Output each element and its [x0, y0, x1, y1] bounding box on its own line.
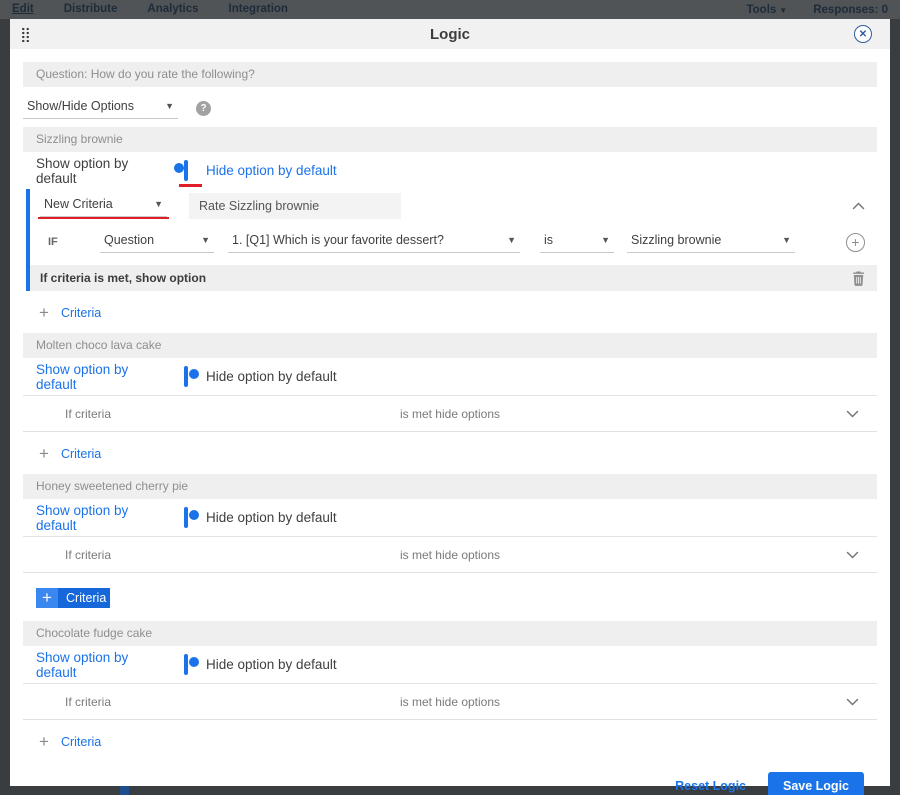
- dialog-header: Logic ✕: [10, 19, 890, 49]
- nav-tab-integration[interactable]: Integration: [229, 3, 288, 16]
- show-hide-toggle[interactable]: [184, 506, 199, 528]
- add-condition-icon[interactable]: +: [846, 232, 865, 252]
- collapse-chevron-up-icon[interactable]: [852, 202, 865, 210]
- section-header-chocolate-fudge-cake: Chocolate fudge cake: [23, 621, 877, 646]
- operator-value: is: [544, 233, 554, 247]
- dialog-footer: Reset Logic Save Logic: [23, 762, 877, 795]
- section-header-molten-choco-lava-cake: Molten choco lava cake: [23, 333, 877, 358]
- show-option-link[interactable]: Show option by default: [36, 362, 166, 392]
- expand-chevron-down-icon[interactable]: [846, 551, 859, 559]
- criteria-result-row: If criteria is met, show option: [30, 265, 877, 291]
- toggle-knob: [188, 510, 199, 520]
- criteria-condition-row: IF Question ▼ 1. [Q1] Which is your favo…: [30, 221, 877, 265]
- trash-icon[interactable]: [852, 271, 865, 286]
- show-option-label: Show option by default: [36, 155, 129, 186]
- toggle-row-molten-choco-lava-cake: Show option by default Hide option by de…: [23, 358, 877, 395]
- question-select[interactable]: 1. [Q1] Which is your favorite dessert? …: [228, 231, 520, 253]
- add-criteria-label: Criteria: [60, 306, 102, 320]
- show-hide-toggle[interactable]: [184, 365, 199, 387]
- annotation-red-underline: [179, 183, 202, 187]
- question-value: 1. [Q1] Which is your favorite dessert?: [232, 233, 444, 247]
- hide-option-label: Hide option by default: [206, 369, 337, 384]
- chevron-down-icon: ▼: [601, 235, 610, 245]
- collapsed-criteria-row[interactable]: If criteria is met hide options: [23, 683, 877, 720]
- add-criteria-button[interactable]: + Criteria: [23, 432, 877, 474]
- criteria-title-row: New Criteria ▼ Rate Sizzling brownie: [30, 189, 877, 221]
- expand-chevron-down-icon[interactable]: [846, 698, 859, 706]
- criteria-type-select[interactable]: New Criteria ▼: [38, 195, 169, 219]
- criteria-type-value: New Criteria: [44, 197, 113, 211]
- criteria-title-input[interactable]: Rate Sizzling brownie: [189, 193, 401, 219]
- operand-value: Question: [104, 233, 155, 247]
- collapsed-criteria-center: is met hide options: [399, 406, 501, 421]
- logic-type-row: Show/Hide Options ▼ ?: [23, 87, 877, 127]
- add-criteria-button-selected[interactable]: + Criteria: [23, 573, 877, 621]
- dialog-title: Logic: [430, 25, 470, 43]
- logic-dialog: Logic ✕ Question: How do you rate the fo…: [10, 19, 890, 795]
- responses-count: Responses: 0: [813, 3, 888, 16]
- show-option-link[interactable]: Show option by default: [36, 503, 166, 533]
- toggle-row-sizzling-brownie: Show option by default Hide option by de…: [23, 152, 877, 189]
- toggle-knob: [188, 657, 199, 667]
- page-behind-accent: [120, 786, 129, 795]
- annotation-red-underline: [38, 216, 169, 219]
- section-header-sizzling-brownie: Sizzling brownie: [23, 127, 877, 152]
- logic-type-value: Show/Hide Options: [27, 99, 135, 113]
- plus-icon: +: [39, 732, 49, 751]
- collapsed-criteria-center: is met hide options: [399, 694, 501, 709]
- section-header-honey-sweetened-cherry-pie: Honey sweetened cherry pie: [23, 474, 877, 499]
- save-logic-button[interactable]: Save Logic: [768, 772, 864, 795]
- reset-logic-button[interactable]: Reset Logic: [675, 779, 746, 793]
- hide-option-label: Hide option by default: [206, 657, 337, 672]
- show-hide-toggle[interactable]: [184, 653, 199, 675]
- add-criteria-button[interactable]: + Criteria: [23, 720, 877, 762]
- show-option-link[interactable]: Show option by default: [36, 650, 166, 680]
- nav-tab-edit[interactable]: Edit: [12, 3, 34, 16]
- modal-overlay: Logic ✕ Question: How do you rate the fo…: [0, 19, 900, 795]
- hide-option-link[interactable]: Hide option by default: [206, 163, 337, 178]
- chevron-down-icon: ▼: [201, 235, 210, 245]
- dialog-body: Question: How do you rate the following?…: [10, 49, 890, 795]
- toggle-row-chocolate-fudge-cake: Show option by default Hide option by de…: [23, 646, 877, 683]
- chevron-down-icon: ▼: [165, 101, 174, 111]
- answer-select[interactable]: Sizzling brownie ▼: [627, 231, 795, 253]
- collapsed-criteria-row[interactable]: If criteria is met hide options: [23, 395, 877, 432]
- nav-tab-analytics[interactable]: Analytics: [147, 3, 198, 16]
- tools-menu[interactable]: Tools ▼: [746, 4, 787, 16]
- if-label: IF: [48, 236, 58, 248]
- chevron-down-icon: ▼: [507, 235, 516, 245]
- toggle-row-honey-sweetened-cherry-pie: Show option by default Hide option by de…: [23, 499, 877, 536]
- add-criteria-label: Criteria: [60, 735, 102, 749]
- plus-icon: +: [39, 303, 49, 322]
- logic-type-select[interactable]: Show/Hide Options ▼: [23, 97, 178, 119]
- operand-select[interactable]: Question ▼: [100, 231, 214, 253]
- chevron-down-icon: ▼: [779, 5, 788, 15]
- show-hide-toggle[interactable]: [173, 159, 188, 181]
- nav-tab-distribute[interactable]: Distribute: [64, 3, 118, 16]
- answer-value: Sizzling brownie: [631, 233, 722, 247]
- top-navbar: Edit Distribute Analytics Integration To…: [0, 0, 900, 19]
- close-icon[interactable]: ✕: [854, 25, 872, 43]
- add-criteria-button[interactable]: + Criteria: [23, 291, 877, 333]
- criteria-result-text: If criteria is met, show option: [40, 271, 207, 285]
- chevron-down-icon: ▼: [782, 235, 791, 245]
- add-criteria-label: Criteria: [60, 447, 102, 461]
- collapsed-criteria-center: is met hide options: [399, 547, 501, 562]
- collapsed-criteria-row[interactable]: If criteria is met hide options: [23, 536, 877, 573]
- toggle-knob: [173, 163, 184, 173]
- operator-select[interactable]: is ▼: [540, 231, 614, 253]
- tools-label: Tools: [746, 3, 777, 16]
- plus-icon: +: [36, 588, 58, 608]
- question-bar: Question: How do you rate the following?: [23, 62, 877, 87]
- plus-icon: +: [39, 444, 49, 463]
- criteria-card: New Criteria ▼ Rate Sizzling brownie IF …: [26, 189, 877, 291]
- toggle-knob: [188, 369, 199, 379]
- expand-chevron-down-icon[interactable]: [846, 410, 859, 418]
- help-icon[interactable]: ?: [196, 100, 211, 116]
- hide-option-label: Hide option by default: [206, 510, 337, 525]
- add-criteria-label: Criteria: [58, 588, 111, 608]
- chevron-down-icon: ▼: [154, 199, 163, 209]
